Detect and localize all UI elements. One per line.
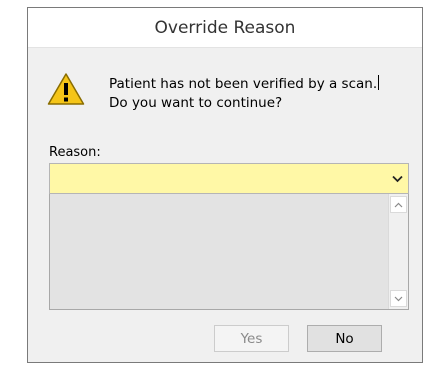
warning-icon bbox=[47, 73, 85, 105]
reason-dropdown-button[interactable] bbox=[386, 164, 408, 193]
scroll-up-icon bbox=[394, 202, 403, 207]
warning-message: Patient has not been verified by a scan.… bbox=[109, 75, 415, 113]
reason-combobox[interactable] bbox=[49, 163, 409, 194]
reason-label: Reason: bbox=[49, 145, 101, 160]
dialog-title: Override Reason bbox=[28, 8, 422, 48]
scroll-down-button[interactable] bbox=[390, 290, 407, 307]
scroll-up-button[interactable] bbox=[390, 196, 407, 213]
reason-list-scrollbar[interactable] bbox=[388, 194, 408, 309]
reason-list[interactable] bbox=[49, 194, 409, 310]
chevron-down-icon bbox=[391, 175, 403, 182]
message-line-2: Do you want to continue? bbox=[109, 95, 283, 111]
text-caret bbox=[378, 75, 380, 90]
override-reason-dialog: Override Reason Patient has not been ver… bbox=[27, 7, 423, 363]
scroll-down-icon bbox=[394, 296, 403, 301]
no-button[interactable]: No bbox=[307, 325, 382, 352]
yes-button[interactable]: Yes bbox=[214, 325, 289, 352]
message-line-1: Patient has not been verified by a scan. bbox=[109, 76, 378, 92]
